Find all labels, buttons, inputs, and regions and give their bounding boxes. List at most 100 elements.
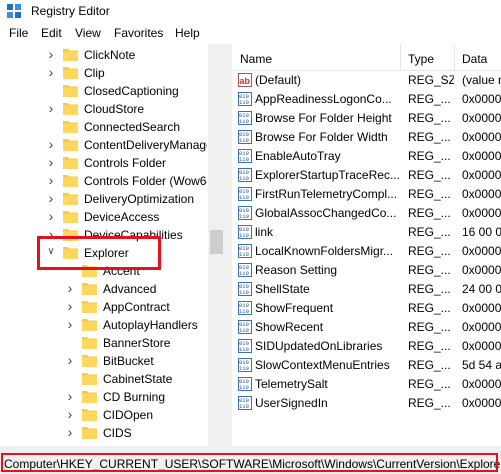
tree-item-label: CabinetState (103, 372, 173, 386)
registry-editor-icon (7, 4, 21, 18)
value-row[interactable]: 010110ShowRecent REG_... 0x00000 (232, 318, 501, 336)
menu-view[interactable]: View (75, 26, 101, 40)
value-row[interactable]: ab (Default) REG_SZ (value n (232, 71, 501, 89)
value-data: 0x00000 (462, 396, 501, 410)
chevron-right-icon[interactable]: › (46, 137, 56, 151)
tree-item[interactable]: › Clip (2, 64, 207, 82)
tree-item[interactable]: CabinetState (2, 370, 207, 388)
tree-scrollbar[interactable] (208, 44, 225, 446)
tree-item-label: ClickNote (84, 48, 136, 62)
value-row[interactable]: 010110EnableAutoTray REG_... 0x00000 (232, 147, 501, 165)
value-row[interactable]: 010 110 SlowContextMenuEntries REG_... 5d 54… (232, 356, 501, 374)
binary-value-icon: 010 110 (238, 111, 252, 125)
value-row[interactable]: 010 110 AppReadinessLogonCo... REG_... 0x000… (232, 90, 501, 108)
value-row[interactable]: 010 110 GlobalAssocChangedCo... REG_... 0x00… (232, 204, 501, 222)
chevron-right-icon[interactable]: › (65, 425, 75, 439)
value-type: REG_... (408, 320, 451, 334)
tree-item[interactable]: › Controls Folder (Wow64 (2, 172, 207, 190)
column-header-type[interactable]: Type (408, 52, 434, 66)
chevron-right-icon[interactable]: › (65, 389, 75, 403)
value-row[interactable]: 010 110 FirstRunTelemetryCompl... REG_... 0x… (232, 185, 501, 203)
tree-item[interactable]: ClosedCaptioning (2, 82, 207, 100)
folder-icon (82, 390, 97, 403)
tree-item[interactable]: › Advanced (2, 280, 207, 298)
tree-item[interactable]: ConnectedSearch (2, 118, 207, 136)
value-row[interactable]: 010110TelemetrySalt REG_... 0x00000 (232, 375, 501, 393)
value-row[interactable]: 010110ShellState REG_... 24 00 00 (232, 280, 501, 298)
chevron-right-icon[interactable]: › (46, 65, 56, 79)
value-type: REG_... (408, 130, 451, 144)
folder-icon (63, 48, 78, 61)
chevron-right-icon[interactable]: › (65, 317, 75, 331)
column-header-data[interactable]: Data (462, 52, 487, 66)
value-row[interactable]: 010 110 Browse For Folder Height REG_... 0x0… (232, 109, 501, 127)
chevron-right-icon[interactable]: › (65, 281, 75, 295)
chevron-right-icon[interactable]: › (46, 173, 56, 187)
value-row[interactable]: 010110Reason Setting REG_... 0x00000 (232, 261, 501, 279)
value-data: 0x00000 (462, 301, 501, 315)
chevron-right-icon[interactable]: › (46, 209, 56, 223)
value-row[interactable]: 010 110 LocalKnownFoldersMigr... REG_... 0x0… (232, 242, 501, 260)
tree-item[interactable]: BannerStore (2, 334, 207, 352)
horizontal-scrollbar[interactable] (0, 446, 501, 453)
value-data: 5d 54 a (462, 358, 501, 372)
tree-item-label: AppContract (103, 300, 170, 314)
tree-item[interactable]: › CD Burning (2, 388, 207, 406)
value-type: REG_... (408, 111, 451, 125)
svg-text:110: 110 (239, 175, 249, 182)
value-row[interactable]: 010 110 Browse For Folder Width REG_... 0x00… (232, 128, 501, 146)
tree-scrollbar-thumb[interactable] (210, 230, 223, 254)
binary-value-icon: 010 110 (238, 92, 252, 106)
value-name: ExplorerStartupTraceRec... (255, 168, 400, 182)
menu-edit[interactable]: Edit (41, 26, 62, 40)
folder-icon (63, 138, 78, 151)
value-data: 0x00000 (462, 206, 501, 220)
value-row[interactable]: 010 110 SIDUpdatedOnLibraries REG_... 0x0000… (232, 337, 501, 355)
value-name: UserSignedIn (255, 396, 328, 410)
tree-item[interactable]: › CloudStore (2, 100, 207, 118)
tree-item[interactable]: › AppContract (2, 298, 207, 316)
tree-item[interactable]: › AutoplayHandlers (2, 316, 207, 334)
menu-help[interactable]: Help (175, 26, 200, 40)
tree-item[interactable]: › DeliveryOptimization (2, 190, 207, 208)
tree-item[interactable]: › ClickNote (2, 46, 207, 64)
chevron-right-icon[interactable]: › (46, 191, 56, 205)
value-row[interactable]: 010110link REG_... 16 00 00 (232, 223, 501, 241)
chevron-right-icon[interactable]: › (46, 101, 56, 115)
svg-text:110: 110 (239, 99, 249, 106)
column-divider[interactable] (400, 44, 401, 70)
svg-text:110: 110 (239, 346, 249, 353)
tree-item[interactable]: › CIDOpen (2, 406, 207, 424)
tree-item[interactable]: › Controls Folder (2, 154, 207, 172)
chevron-right-icon[interactable]: › (46, 47, 56, 61)
pane-splitter[interactable] (225, 44, 232, 446)
chevron-right-icon[interactable]: › (65, 299, 75, 313)
tree-item-label: Clip (84, 66, 105, 80)
value-name: SIDUpdatedOnLibraries (255, 339, 383, 353)
value-type: REG_... (408, 396, 451, 410)
binary-value-icon: 010 110 (238, 263, 252, 277)
value-data: (value n (462, 73, 501, 87)
chevron-right-icon[interactable]: › (46, 155, 56, 169)
values-list[interactable]: Name Type Data ab (Default) REG_SZ (value n… (232, 44, 501, 446)
column-header-name[interactable]: Name (240, 52, 272, 66)
chevron-right-icon[interactable]: › (65, 353, 75, 367)
menu-favorites[interactable]: Favorites (114, 26, 163, 40)
svg-text:110: 110 (239, 194, 249, 201)
chevron-right-icon[interactable]: › (65, 407, 75, 421)
column-divider[interactable] (454, 44, 455, 70)
value-type: REG_... (408, 187, 451, 201)
tree-item[interactable]: › ContentDeliveryManage (2, 136, 207, 154)
menu-file[interactable]: File (9, 26, 28, 40)
value-row[interactable]: 010 110 ExplorerStartupTraceRec... REG_... 0… (232, 166, 501, 184)
value-row[interactable]: 010110UserSignedIn REG_... 0x00000 (232, 394, 501, 412)
value-row[interactable]: 010110ShowFrequent REG_... 0x00000 (232, 299, 501, 317)
tree-item-label: CIDOpen (103, 408, 154, 422)
string-value-icon: ab (238, 73, 252, 87)
tree-item[interactable]: › CIDS (2, 424, 207, 442)
tree-item[interactable]: › BitBucket (2, 352, 207, 370)
value-name: link (255, 225, 274, 239)
folder-icon (82, 354, 97, 367)
svg-text:110: 110 (239, 289, 249, 296)
tree-item[interactable]: › DeviceAccess (2, 208, 207, 226)
